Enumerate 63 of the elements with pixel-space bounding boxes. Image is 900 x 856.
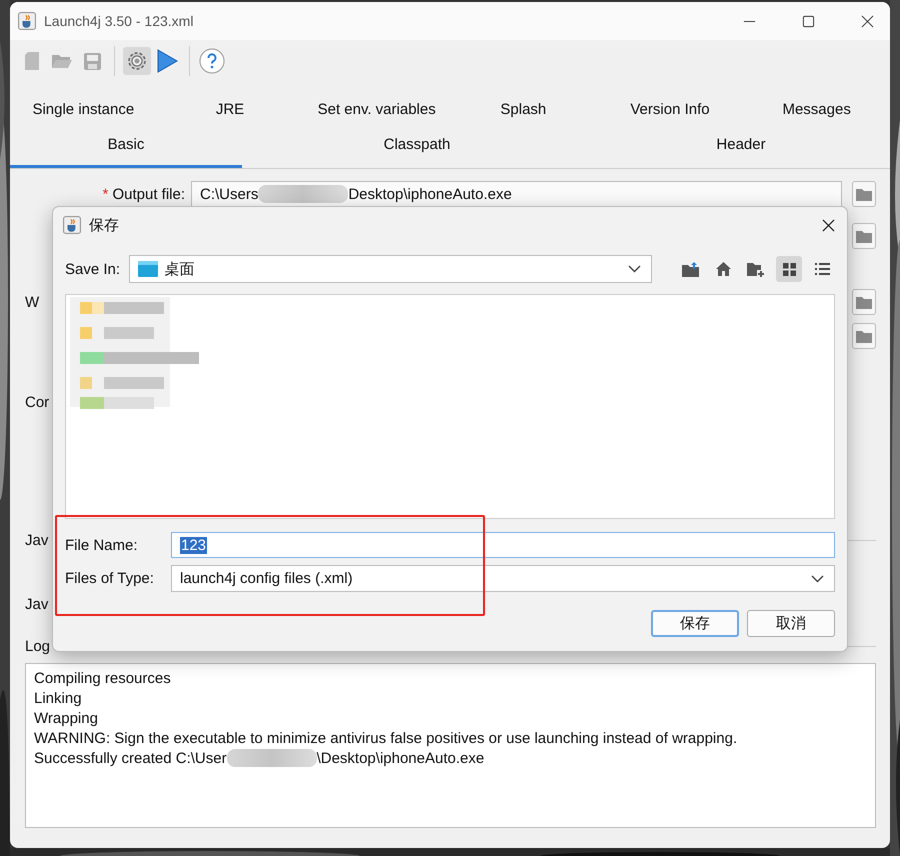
window-title: Launch4j 3.50 - 123.xml [44,13,194,29]
folder-icon [856,230,872,242]
field-label: Files of Type: [65,570,155,587]
tab[interactable]: Classpath [242,128,592,168]
folder-up-icon [682,262,698,276]
tab[interactable]: Version Info [596,93,744,128]
field-label: Cor [25,394,50,410]
tab[interactable]: Header [592,128,890,168]
field-label: Jav [25,532,48,548]
folder-icon [52,53,72,69]
log-text: WARNING: Sign the executable to minimize antivirus false positives or use launching instead of wrapping. [34,730,738,746]
field-label: Output file: [112,186,185,202]
document-icon [25,52,39,70]
field-label: W [25,294,40,310]
section-label: Log [25,638,50,654]
list-icon [814,263,830,275]
field-label: File Name: [65,536,139,554]
toolbar-button[interactable] [198,47,226,75]
dialog-title: 保存 [89,216,119,234]
tab[interactable]: JRE [156,93,304,128]
floppy-icon [84,52,100,70]
tab[interactable]: Basic [10,128,242,168]
output-file-field[interactable]: C:\Users Desktop\iphoneAuto.exe [191,181,842,207]
tab[interactable]: Single instance [10,93,157,128]
log-text: \Desktop\iphoneAuto.exe [316,750,484,766]
dialog-button[interactable]: 取消 [747,610,835,637]
browse-button[interactable] [852,181,876,207]
field-label: Jav [25,596,48,612]
play-icon [156,49,178,73]
desktop-icon [138,261,158,277]
save-in-dropdown[interactable]: 桌面 [129,255,652,283]
java-cup-icon [63,216,81,234]
log-text: Wrapping [34,710,98,726]
dialog-button[interactable]: 保存 [651,610,739,637]
browse-button[interactable] [852,289,876,315]
chevron-down-icon [628,265,641,273]
tab[interactable]: Splash [450,93,597,128]
home-icon [716,262,730,276]
close-icon[interactable] [822,218,835,232]
file-name-field[interactable]: 123 [171,532,835,558]
chevron-down-icon [811,574,824,582]
gear-icon [126,50,148,72]
browse-button[interactable] [852,223,876,249]
java-cup-icon [18,12,36,30]
maximize-icon[interactable] [802,14,815,28]
log-text: Linking [34,690,82,706]
tab[interactable]: Set env. variables [303,93,450,128]
log-text: Successfully created C:\User [34,750,227,766]
folder-icon [856,330,872,342]
tab[interactable]: Messages [743,93,890,128]
browse-button[interactable] [852,323,876,349]
folder-icon [856,188,872,200]
toolbar-button[interactable] [776,256,802,282]
log-text: Compiling resources [34,670,171,686]
field-label: Save In: [65,260,122,278]
toolbar-button[interactable] [123,47,151,75]
help-icon [199,48,225,74]
file-type-dropdown[interactable]: launch4j config files (.xml) [171,565,835,592]
close-icon[interactable] [861,14,874,28]
new-folder-icon [747,262,765,276]
folder-icon [856,296,872,308]
required-mark: * [102,186,108,202]
grid-icon [782,262,796,276]
